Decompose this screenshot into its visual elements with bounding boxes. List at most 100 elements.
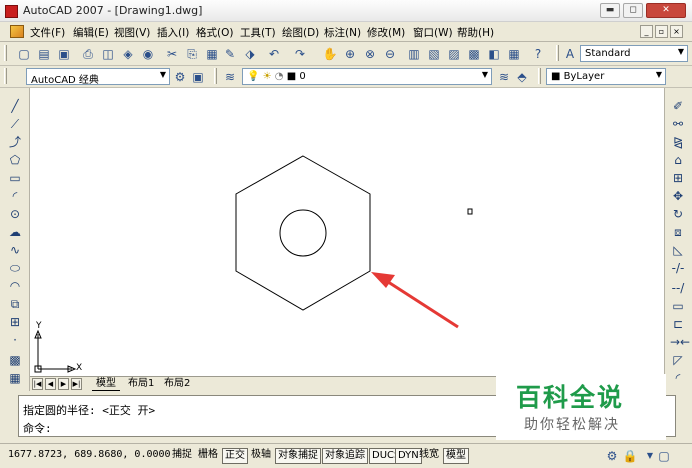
polar-button[interactable]: 极轴 [249,448,273,464]
undo-icon[interactable]: ↶ [266,46,282,62]
menu-dimension[interactable]: 标注(N) [324,25,361,40]
menu-file[interactable]: 文件(F) [30,25,65,40]
new-icon[interactable]: ▢ [16,46,32,62]
clean-screen-icon[interactable]: ▢ [656,448,672,464]
block-editor-icon[interactable]: ⬗ [242,46,258,62]
layer-select[interactable]: 💡 ☀ ◔ ■ 0 ▼ [242,68,492,85]
revision-cloud-icon[interactable]: ☁ [7,224,23,240]
3d-dwf-icon[interactable]: ◉ [140,46,156,62]
sheet-set-icon[interactable]: ▩ [466,46,482,62]
break-at-point-icon[interactable]: ▭ [670,298,686,314]
trim-icon[interactable]: -/- [670,260,686,276]
offset-icon[interactable]: ⌂ [670,152,686,168]
menu-window[interactable]: 窗口(W) [413,25,453,40]
tab-model[interactable]: 模型 [92,377,120,391]
close-button[interactable]: ✕ [646,3,686,18]
menu-view[interactable]: 视图(V) [114,25,150,40]
drawing-svg[interactable] [30,88,664,376]
otrack-button[interactable]: 对象追踪 [322,448,368,464]
drawing-canvas[interactable]: Y X [30,88,664,376]
array-icon[interactable]: ⊞ [670,170,686,186]
help-icon[interactable]: ? [530,46,546,62]
menu-insert[interactable]: 插入(I) [157,25,189,40]
tab-first-button[interactable]: |◀ [32,378,43,390]
copy-icon[interactable]: ⎘ [184,46,200,62]
circle-icon[interactable]: ⊙ [7,206,23,222]
document-menu-icon[interactable] [10,25,24,38]
mdi-restore-button[interactable]: ▫ [655,25,668,38]
tab-next-button[interactable]: ▶ [58,378,69,390]
layer-previous-icon[interactable]: ⬘ [514,69,530,85]
fillet-icon[interactable]: ◜ [670,370,686,386]
insert-block-icon[interactable]: ⧉ [7,296,23,312]
workspace-settings-icon[interactable]: ⚙ [172,69,188,85]
toolbar-grip[interactable] [214,68,217,84]
markup-icon[interactable]: ◧ [486,46,502,62]
plot-preview-icon[interactable]: ◫ [100,46,116,62]
properties-icon[interactable]: ▥ [406,46,422,62]
mdi-minimize-button[interactable]: _ [640,25,653,38]
pan-icon[interactable]: ✋ [322,46,338,62]
osnap-button[interactable]: 对象捕捉 [275,448,321,464]
maximize-button[interactable]: ◻ [623,3,643,18]
redo-icon[interactable]: ↷ [292,46,308,62]
make-block-icon[interactable]: ⊞ [7,314,23,330]
ortho-button[interactable]: 正交 [222,448,248,464]
spline-icon[interactable]: ∿ [7,242,23,258]
hatch-icon[interactable]: ▩ [7,352,23,368]
copy-object-icon[interactable]: ⚯ [670,116,686,132]
rectangle-icon[interactable]: ▭ [7,170,23,186]
rotate-icon[interactable]: ↻ [670,206,686,222]
paste-icon[interactable]: ▦ [204,46,220,62]
minimize-button[interactable]: ▬ [600,3,620,18]
hexagon-shape[interactable] [235,155,371,311]
line-icon[interactable]: ╱ [7,98,23,114]
zoom-previous-icon[interactable]: ⊖ [382,46,398,62]
cut-icon[interactable]: ✂ [164,46,180,62]
open-icon[interactable]: ▤ [36,46,52,62]
move-icon[interactable]: ✥ [670,188,686,204]
model-button[interactable]: 模型 [443,448,469,464]
lock-icon[interactable]: 🔒 [622,448,638,464]
extend-icon[interactable]: --/ [670,280,686,296]
design-center-icon[interactable]: ▧ [426,46,442,62]
chamfer-icon[interactable]: ◸ [670,352,686,368]
toolbar-grip[interactable] [538,68,541,84]
toolbar-grip[interactable] [4,68,7,84]
zoom-realtime-icon[interactable]: ⊕ [342,46,358,62]
plot-icon[interactable]: ⎙ [80,46,96,62]
layer-manager-icon[interactable]: ≋ [222,69,238,85]
tab-prev-button[interactable]: ◀ [45,378,56,390]
toolbar-grip[interactable] [556,45,559,61]
tool-palettes-icon[interactable]: ▨ [446,46,462,62]
text-style-select[interactable]: Standard ▼ [580,45,688,62]
publish-icon[interactable]: ◈ [120,46,136,62]
menu-draw[interactable]: 绘图(D) [282,25,319,40]
join-icon[interactable]: →← [670,334,690,350]
match-properties-icon[interactable]: ✎ [222,46,238,62]
ellipse-arc-icon[interactable]: ◠ [7,278,23,294]
workspace-select[interactable]: AutoCAD 经典 ▼ [26,68,170,85]
snap-button[interactable]: 捕捉 [170,448,194,464]
color-select[interactable]: ■ ByLayer ▼ [546,68,666,85]
calculator-icon[interactable]: ▦ [506,46,522,62]
scale-icon[interactable]: ⧈ [670,224,686,240]
arc-icon[interactable]: ◜ [7,188,23,204]
erase-icon[interactable]: ✐ [670,98,686,114]
workspace-save-icon[interactable]: ▣ [190,69,206,85]
coordinates-readout[interactable]: 1677.8723, 689.8680, 0.0000 [8,449,171,460]
communication-center-icon[interactable]: ⚙ [604,448,620,464]
menu-help[interactable]: 帮助(H) [457,25,494,40]
circle-shape[interactable] [279,209,327,257]
stretch-icon[interactable]: ◺ [670,242,686,258]
ellipse-icon[interactable]: ⬭ [7,260,23,276]
gradient-icon[interactable]: ▦ [7,370,23,386]
menu-edit[interactable]: 编辑(E) [73,25,109,40]
tab-last-button[interactable]: ▶| [71,378,82,390]
grid-button[interactable]: 栅格 [196,448,220,464]
tab-layout2[interactable]: 布局2 [160,377,194,391]
polygon-icon[interactable]: ⬠ [7,152,23,168]
polyline-icon[interactable]: ⤴ [7,134,23,150]
zoom-window-icon[interactable]: ⊗ [362,46,378,62]
construction-line-icon[interactable]: ⟋ [7,116,23,132]
